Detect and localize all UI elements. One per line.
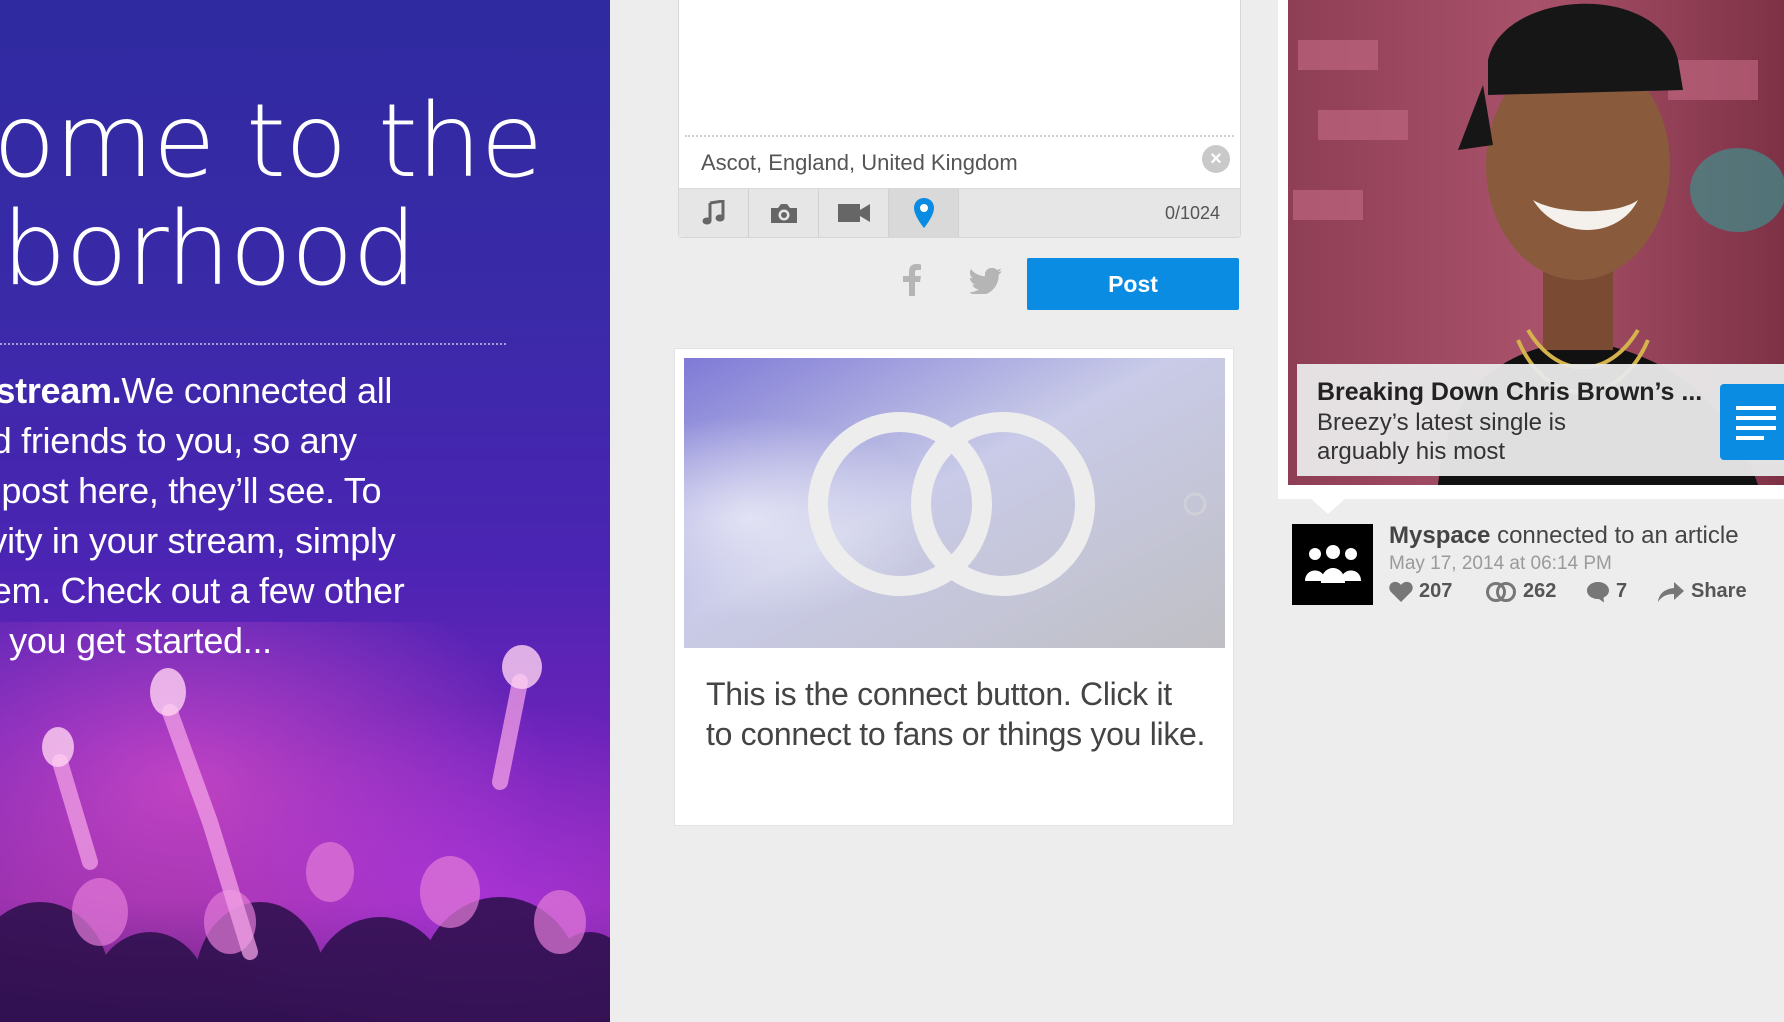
article-title[interactable]: Breaking Down Chris Brown’s ... <box>1317 378 1737 407</box>
attach-video-button[interactable] <box>819 189 889 237</box>
heart-icon <box>1389 581 1413 602</box>
hero-divider <box>0 343 506 345</box>
connect-tip-text: This is the connect button. Click it to … <box>706 676 1206 752</box>
facebook-icon <box>903 264 921 296</box>
myspace-people-icon <box>1304 544 1361 583</box>
location-text: Ascot, England, United Kingdom <box>701 150 1018 175</box>
share-facebook-toggle[interactable] <box>903 264 921 301</box>
connect-rings-image <box>684 358 1225 648</box>
add-location-button[interactable] <box>889 189 959 237</box>
camera-icon <box>770 204 797 223</box>
attach-music-button[interactable] <box>679 189 749 237</box>
hero-body-line3: u post here, they’ll see. To <box>0 470 382 511</box>
post-button[interactable]: Post <box>1027 258 1239 310</box>
connect-count-button[interactable]: 262 <box>1485 580 1556 603</box>
activity-summary: Myspace connected to an article <box>1389 522 1739 550</box>
comment-icon <box>1587 581 1609 602</box>
share-button[interactable]: Share <box>1657 580 1747 603</box>
hero-body-line6: lp you get started... <box>0 620 272 661</box>
music-icon <box>702 200 724 225</box>
activity-action-text: connected to an article <box>1497 522 1739 549</box>
attach-photo-button[interactable] <box>749 189 819 237</box>
comment-button[interactable]: 7 <box>1586 580 1627 603</box>
welcome-hero: come to the hborhood r stream.We connect… <box>0 0 610 1022</box>
hero-body-line2: nd friends to you, so any <box>0 420 357 461</box>
location-row: Ascot, England, United Kingdom × <box>679 140 1240 187</box>
connect-rings-icon <box>1486 581 1516 602</box>
article-snippet: Breezy’s latest single is arguably his m… <box>1317 409 1566 465</box>
myspace-avatar[interactable] <box>1292 524 1373 605</box>
hero-heading-line2: hborhood <box>0 190 417 309</box>
connect-count: 262 <box>1523 580 1557 602</box>
hero-body-line1-rest: We connected all <box>121 370 393 411</box>
location-pin-icon <box>913 198 934 228</box>
hero-body-bold: r stream. <box>0 370 122 411</box>
article-caption: Breaking Down Chris Brown’s ... Breezy’s… <box>1297 364 1784 476</box>
activity-actor-link[interactable]: Myspace <box>1389 522 1490 549</box>
comment-count: 7 <box>1616 580 1628 602</box>
clear-location-icon[interactable]: × <box>1202 145 1230 173</box>
hero-heading: come to the hborhood <box>0 88 610 304</box>
video-icon <box>837 204 870 222</box>
hero-body-text: r stream.We connected all nd friends to … <box>0 366 592 666</box>
hero-body-line5: hem. Check out a few other <box>0 570 405 611</box>
like-button[interactable]: 207 <box>1389 580 1452 603</box>
hero-body-line1: r stream.We connected all <box>0 366 592 416</box>
twitter-icon <box>968 267 1002 296</box>
share-label: Share <box>1691 580 1747 602</box>
hero-body-line4: tivity in your stream, simply <box>0 520 396 561</box>
share-arrow-icon <box>1658 581 1684 602</box>
activity-date: May 17, 2014 at 06:14 PM <box>1389 553 1612 574</box>
hero-crowd-photo <box>0 622 610 1022</box>
connect-tip-card: This is the connect button. Click it to … <box>674 348 1234 826</box>
activity-stats: 207 262 7 Share <box>1389 580 1769 610</box>
post-composer: ••• •• ••••• Ascot, England, United King… <box>678 0 1241 238</box>
article-card-pointer <box>1310 498 1346 514</box>
composer-divider <box>685 135 1234 137</box>
article-lines-icon <box>1736 406 1776 440</box>
composer-text-area[interactable]: ••• •• ••••• <box>754 0 1054 8</box>
share-twitter-toggle[interactable] <box>968 267 1002 299</box>
stage: come to the hborhood r stream.We connect… <box>0 0 1784 1022</box>
like-count: 207 <box>1419 580 1453 602</box>
article-type-badge <box>1720 384 1784 460</box>
hero-heading-line1: come to the <box>0 82 543 201</box>
article-card[interactable]: Breaking Down Chris Brown’s ... Breezy’s… <box>1278 0 1784 499</box>
character-count: 0/1024 <box>1164 203 1220 223</box>
composer-toolbar: 0/1024 <box>679 188 1240 237</box>
